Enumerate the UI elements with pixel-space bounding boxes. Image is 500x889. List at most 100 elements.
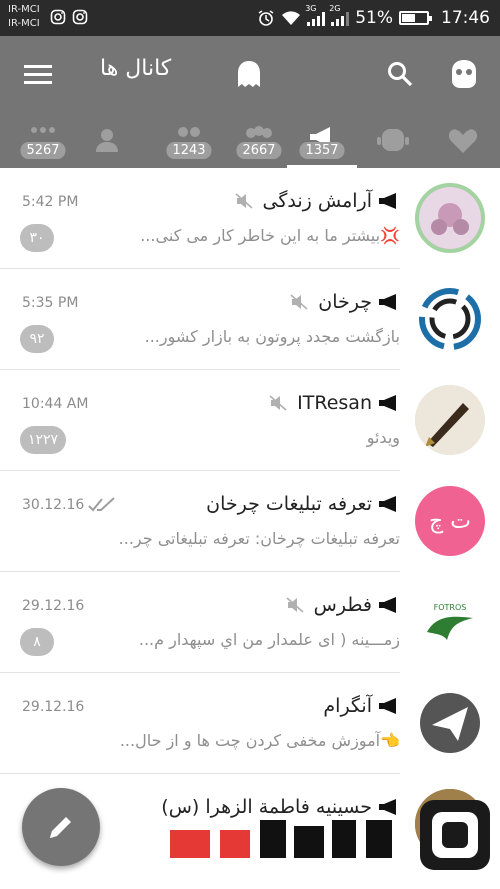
unread-badge: ۳۰: [20, 224, 54, 252]
tab-bots[interactable]: [358, 112, 428, 168]
tab-groups2[interactable]: 2667: [224, 112, 294, 168]
chat-title: چرخان: [318, 291, 372, 313]
emoji: 💢: [380, 226, 400, 245]
chat-title: آنگرام: [323, 695, 372, 717]
chat-name: ITResan: [269, 392, 400, 414]
chat-row[interactable]: ITResan 10:44 AM ویدئو ۱۲۲۷: [0, 370, 500, 471]
ghost-mode-button[interactable]: [231, 56, 267, 92]
network-1-label: 3G: [305, 4, 317, 13]
chat-preview: 💢بیشتر ما به این خاطر کار می کنی...: [140, 226, 400, 245]
profile-button[interactable]: [446, 56, 482, 92]
channel-megaphone-icon: [379, 193, 396, 209]
network-2-label: 2G: [329, 4, 341, 13]
menu-button[interactable]: [20, 56, 56, 92]
search-button[interactable]: [382, 56, 418, 92]
alarm-icon: [258, 10, 274, 26]
avatar: FOTROS: [415, 587, 485, 657]
wing-logo-icon: [427, 616, 473, 640]
channel-megaphone-icon: [379, 395, 396, 411]
search-icon: [388, 62, 413, 87]
tab-count: 2667: [236, 142, 282, 159]
channel-megaphone-icon: [379, 698, 396, 714]
heart-icon: [448, 129, 478, 153]
chat-row[interactable]: آنگرام 29.12.16 👈آموزش مخفی کردن چت ها و…: [0, 673, 500, 774]
unread-badge: ۸: [20, 628, 54, 656]
chat-preview: زمـــینه ( ای علمدار من اي سپهدار م...: [138, 630, 400, 649]
chat-time: 29.12.16: [22, 598, 85, 614]
chat-time: 5:42 PM: [22, 194, 79, 210]
chat-row[interactable]: FOTROS فطرس 29.12.16 زمـــینه ( ای علمدا…: [0, 572, 500, 673]
chat-time: 29.12.16: [22, 699, 85, 715]
carrier-2-label: IR-MCI: [8, 18, 40, 29]
chat-time: 30.12.16: [22, 497, 85, 513]
pen-icon: [415, 385, 485, 455]
chat-row[interactable]: ت چ تعرفه تبلیغات چرخان 30.12.16 تعرفه ت…: [0, 471, 500, 572]
ghost-icon: [238, 61, 260, 87]
preview-text: بیشتر ما به این خاطر کار می کنی...: [140, 226, 381, 245]
chat-title: آرامش زندگی: [262, 190, 373, 212]
chat-row[interactable]: چرخان 5:35 PM بازگشت مجدد پروتون به بازا…: [0, 269, 500, 370]
chat-preview: 👈آموزش مخفی کردن چت ها و از حال...: [120, 731, 400, 750]
emoji: 👈: [380, 731, 400, 750]
mute-icon: [290, 294, 308, 310]
mute-icon: [286, 597, 304, 613]
preview-text: آموزش مخفی کردن چت ها و از حال...: [119, 731, 381, 750]
app-bar: کانال ها: [0, 36, 500, 112]
chat-time: 10:44 AM: [22, 396, 89, 412]
mask-icon: [452, 60, 476, 88]
channel-megaphone-icon: [379, 496, 396, 512]
tab-bar: 5267 1243 2667 1357: [0, 112, 500, 168]
avatar: [415, 385, 485, 455]
tab-channels[interactable]: 1357: [287, 112, 357, 168]
channel-megaphone-icon: [379, 597, 396, 613]
instagram-icon: [72, 9, 88, 25]
double-check-icon: [88, 497, 115, 512]
person-icon: [96, 129, 118, 152]
battery-percent: 51%: [355, 8, 393, 28]
compose-button[interactable]: [22, 788, 100, 866]
chat-time: 5:35 PM: [22, 295, 79, 311]
unread-badge: ۱۲۲۷: [20, 426, 67, 454]
page-title: کانال ها: [100, 56, 172, 81]
wifi-icon: [282, 11, 301, 25]
send-arrow-icon: [420, 693, 480, 753]
chat-preview: تعرفه تبلیغات چرخان: تعرفه تبلیغاتی چر..…: [118, 529, 400, 548]
chat-name: آرامش زندگی: [234, 190, 401, 212]
avatar: ت چ: [415, 486, 485, 556]
mute-icon: [234, 193, 253, 209]
chat-name: آنگرام: [323, 695, 400, 717]
unread-badge: ۹۲: [20, 325, 54, 353]
tab-supergroups[interactable]: 1243: [154, 112, 224, 168]
tab-count: 1357: [299, 142, 345, 159]
decorative-avatar-icon: [419, 187, 481, 249]
chat-title: تعرفه تبلیغات چرخان: [206, 493, 372, 515]
robot-icon: [377, 129, 409, 151]
tab-groups[interactable]: 5267: [8, 112, 78, 168]
chat-title: ITResan: [297, 392, 372, 414]
channel-megaphone-icon: [379, 294, 396, 310]
chat-name: تعرفه تبلیغات چرخان: [206, 493, 400, 515]
status-bar: IR-MCI IR-MCI 3G 2G 51% 17:46: [0, 0, 500, 36]
tab-favorites[interactable]: [428, 112, 498, 168]
logo-ring-icon: [419, 288, 481, 350]
mute-icon: [269, 395, 287, 411]
site-watermark-logo: [170, 800, 490, 870]
battery-icon: [399, 11, 432, 25]
chat-title: فطرس: [313, 594, 372, 616]
instagram-icon: [50, 9, 66, 25]
avatar-label: FOTROS: [433, 602, 467, 612]
signal-1-icon: 3G: [305, 4, 326, 26]
pencil-icon: [50, 817, 71, 838]
chat-row[interactable]: آرامش زندگی 5:42 PM 💢بیشتر ما به این خاط…: [0, 168, 500, 269]
avatar: [415, 688, 485, 758]
chat-name: چرخان: [290, 291, 400, 313]
tab-count: 5267: [20, 142, 66, 159]
signal-2-icon: 2G: [329, 4, 350, 26]
hamburger-icon: [24, 65, 52, 84]
chat-name: فطرس: [286, 594, 400, 616]
chat-preview: ویدئو: [366, 428, 400, 447]
tab-contacts[interactable]: [72, 112, 142, 168]
chat-preview: بازگشت مجدد پروتون به بازار کشور...: [144, 327, 400, 346]
avatar: [415, 284, 485, 354]
clock: 17:46: [441, 8, 490, 28]
